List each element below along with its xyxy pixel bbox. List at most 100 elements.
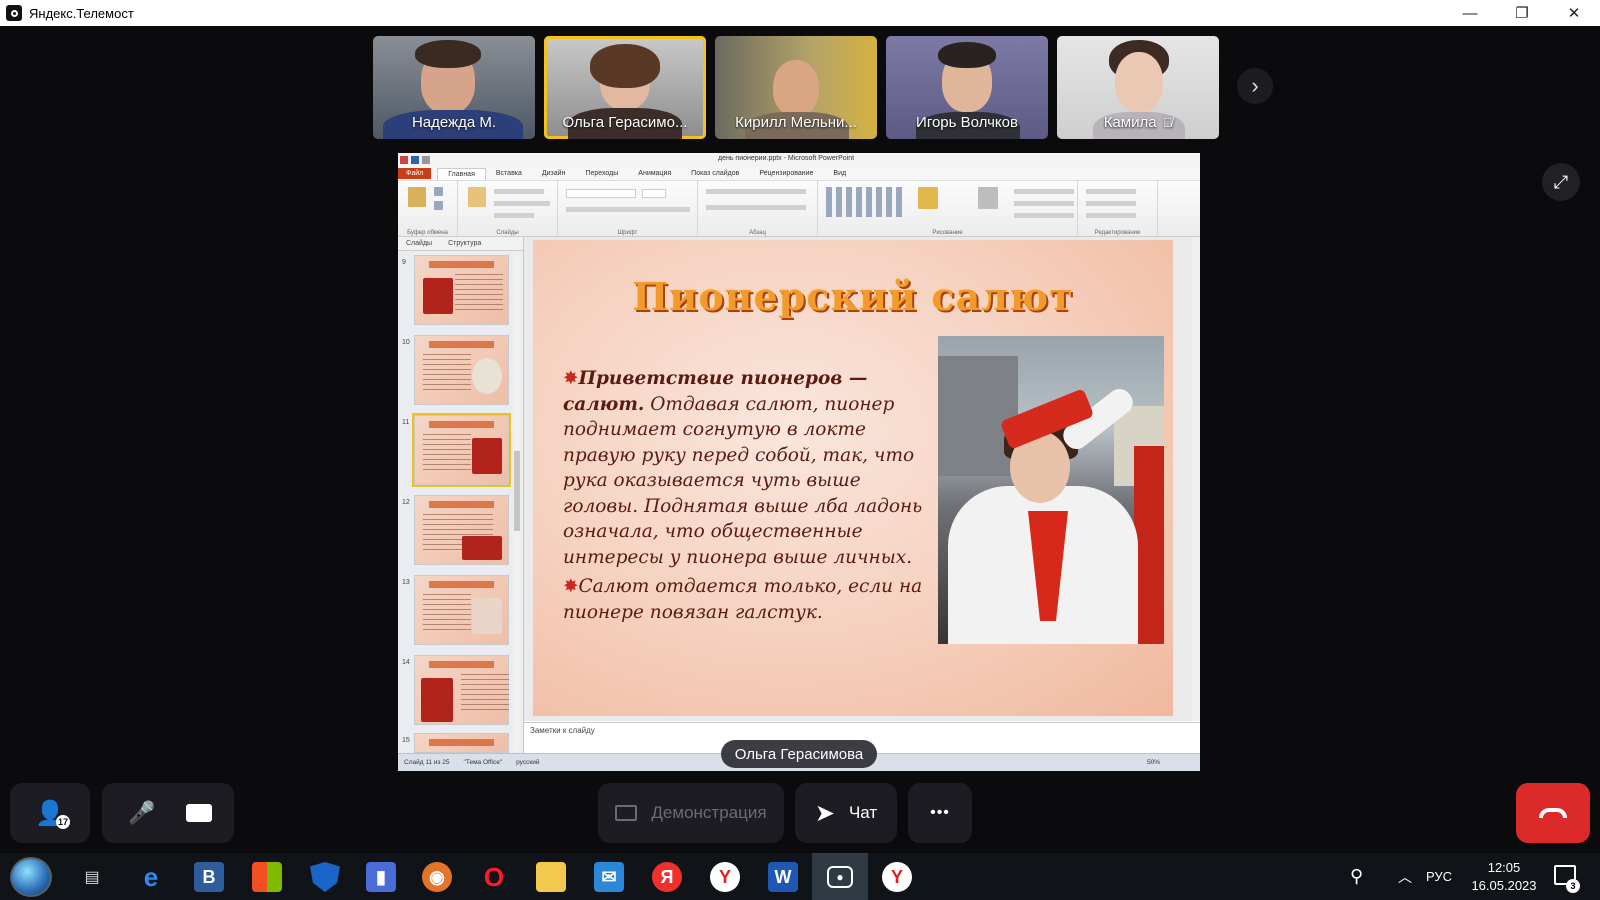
yandex-icon[interactable]: Я [652,862,682,892]
more-options-button[interactable]: ••• [908,783,972,843]
chevron-up-icon[interactable]: ︿ [1398,853,1412,900]
restore-button[interactable]: ❐ [1496,0,1548,26]
clock-time: 12:05 [1487,860,1521,875]
hangup-button[interactable] [1516,783,1590,843]
pp-ribbon-group: Шрифт [558,181,698,237]
fullscreen-icon[interactable]: ⤢ [1542,163,1580,201]
slide-bullet-1: ✸Приветствие пионеров — салют. Отдавая с… [563,366,923,570]
pp-tab: Вид [833,170,847,177]
pp-ribbon-group: Буфер обмена [398,181,458,237]
shapes-gallery [826,187,906,217]
word-icon[interactable]: W [768,862,798,892]
pp-group-label: Шрифт [617,230,638,236]
thumb-title [429,661,494,668]
slide-thumbnail [414,495,509,565]
slide-thumbnail [414,255,509,325]
task-view-icon[interactable]: ▤ [77,862,107,892]
slide-bullet-2-text: Салют отдается только, если на пионере п… [563,576,923,623]
new-slide-icon [468,187,486,207]
mail-icon[interactable]: ✉ [594,862,624,892]
slide-thumbnail [414,655,509,725]
microphone-icon[interactable]: 🎤 [128,800,155,826]
invite-participants-button[interactable]: 👤 17 [10,783,90,843]
slide-photo-pioneer [938,336,1164,644]
thumb-title [429,341,494,348]
participant-hair [415,40,481,68]
pp-group-label: Абзац [749,230,766,236]
edge-icon[interactable]: e [136,862,166,892]
pp-status-slide: Слайд 11 из 25 [404,759,450,766]
photos-icon[interactable]: ◉ [422,862,452,892]
yandex-browser-icon[interactable]: Y [882,862,912,892]
participant-tile[interactable]: Камила 🎙̸ [1057,36,1219,139]
thumb-number: 14 [402,659,410,666]
participant-name: Камила 🎙̸ [1057,114,1219,131]
slide-body: ✸Приветствие пионеров — салют. Отдавая с… [563,366,923,629]
opera-icon[interactable]: O [479,862,509,892]
thumb-number: 15 [402,737,410,744]
pp-status-zoom: 50% [1146,759,1160,766]
quick-styles-icon [978,187,998,209]
pp-tab: Показ слайдов [691,170,740,177]
pp-ribbon-group: Абзац [698,181,818,237]
pp-menu-line [1086,201,1136,206]
file-explorer-icon[interactable] [536,862,566,892]
slide-thumbnail [414,575,509,645]
thumb-number: 12 [402,499,410,506]
participant-tile[interactable]: Кирилл Мельни... [715,36,877,139]
minimize-button[interactable]: — [1444,0,1496,26]
current-slide: Пионерский салют ✸Приветствие пионеров —… [533,240,1173,716]
thumb-text [423,434,471,470]
taskbar-clock[interactable]: 12:05 16.05.2023 [1468,859,1540,895]
participant-tile[interactable]: Надежда М. [373,36,535,139]
start-button[interactable] [10,857,52,897]
slide-thumbnail [414,733,509,753]
yandex-browser-icon[interactable]: Y [710,862,740,892]
thumb-title [429,421,494,428]
chat-button[interactable]: ➤ Чат [795,783,897,843]
defender-icon[interactable] [310,862,340,892]
people-tray-icon[interactable]: ⚲ [1350,853,1363,900]
participant-tile-active[interactable]: Ольга Герасимо... [544,36,706,139]
window-titlebar: Яндекс.Телемост — ❐ ✕ [0,0,1600,26]
pp-file-tab: Файл [398,168,432,179]
photo-flag [1134,446,1164,644]
store-icon[interactable] [252,862,282,892]
pp-panel-scrollbar [513,251,521,751]
participant-name-text: Камила [1103,114,1157,131]
pp-quick-access [400,156,480,164]
video-app-icon[interactable]: ▮ [366,862,396,892]
pp-group-label: Рисование [932,230,963,236]
pp-menu-line [494,189,544,194]
pp-group-label: Буфер обмена [407,230,448,236]
thumb-picture [423,278,453,314]
telemost-app-icon [6,5,22,21]
language-indicator[interactable]: РУС [1426,853,1452,900]
thumb-picture [421,678,453,722]
pp-slides-panel-tabs: Слайды Структура [398,237,523,251]
hangup-icon [1539,808,1567,818]
participant-name: Игорь Волчков [916,114,1018,131]
telemost-icon: ● [827,865,853,888]
thumb-number: 11 [402,419,410,426]
screen-share-button[interactable]: Демонстрация [598,783,784,843]
participant-tile[interactable]: Игорь Волчков [886,36,1048,139]
close-button[interactable]: ✕ [1548,0,1600,26]
participant-hair [590,44,660,88]
pp-document-title: день пионерии.pptx - Microsoft PowerPoin… [718,155,855,162]
telemost-taskbar-icon[interactable]: ● [812,853,868,900]
window-title: Яндекс.Телемост [29,5,134,21]
pp-menu-line [1086,189,1136,194]
pp-ribbon-group: Слайды [458,181,558,237]
pp-para-row [706,189,806,194]
pp-slides-panel: Слайды Структура 9 10 11 12 13 14 15 [398,237,524,753]
participant-name: Кирилл Мельни... [735,114,857,131]
slide-bullet-1-text: Отдавая салют, пионер поднимает согнутую… [563,393,923,568]
screen-share-icon [615,805,638,821]
camera-icon[interactable] [186,804,212,822]
pp-menu-line [1014,201,1074,206]
participants-next-icon[interactable]: › [1237,68,1273,104]
thumb-picture [472,358,502,394]
font-size-box [642,189,666,198]
vk-icon[interactable]: B [194,862,224,892]
